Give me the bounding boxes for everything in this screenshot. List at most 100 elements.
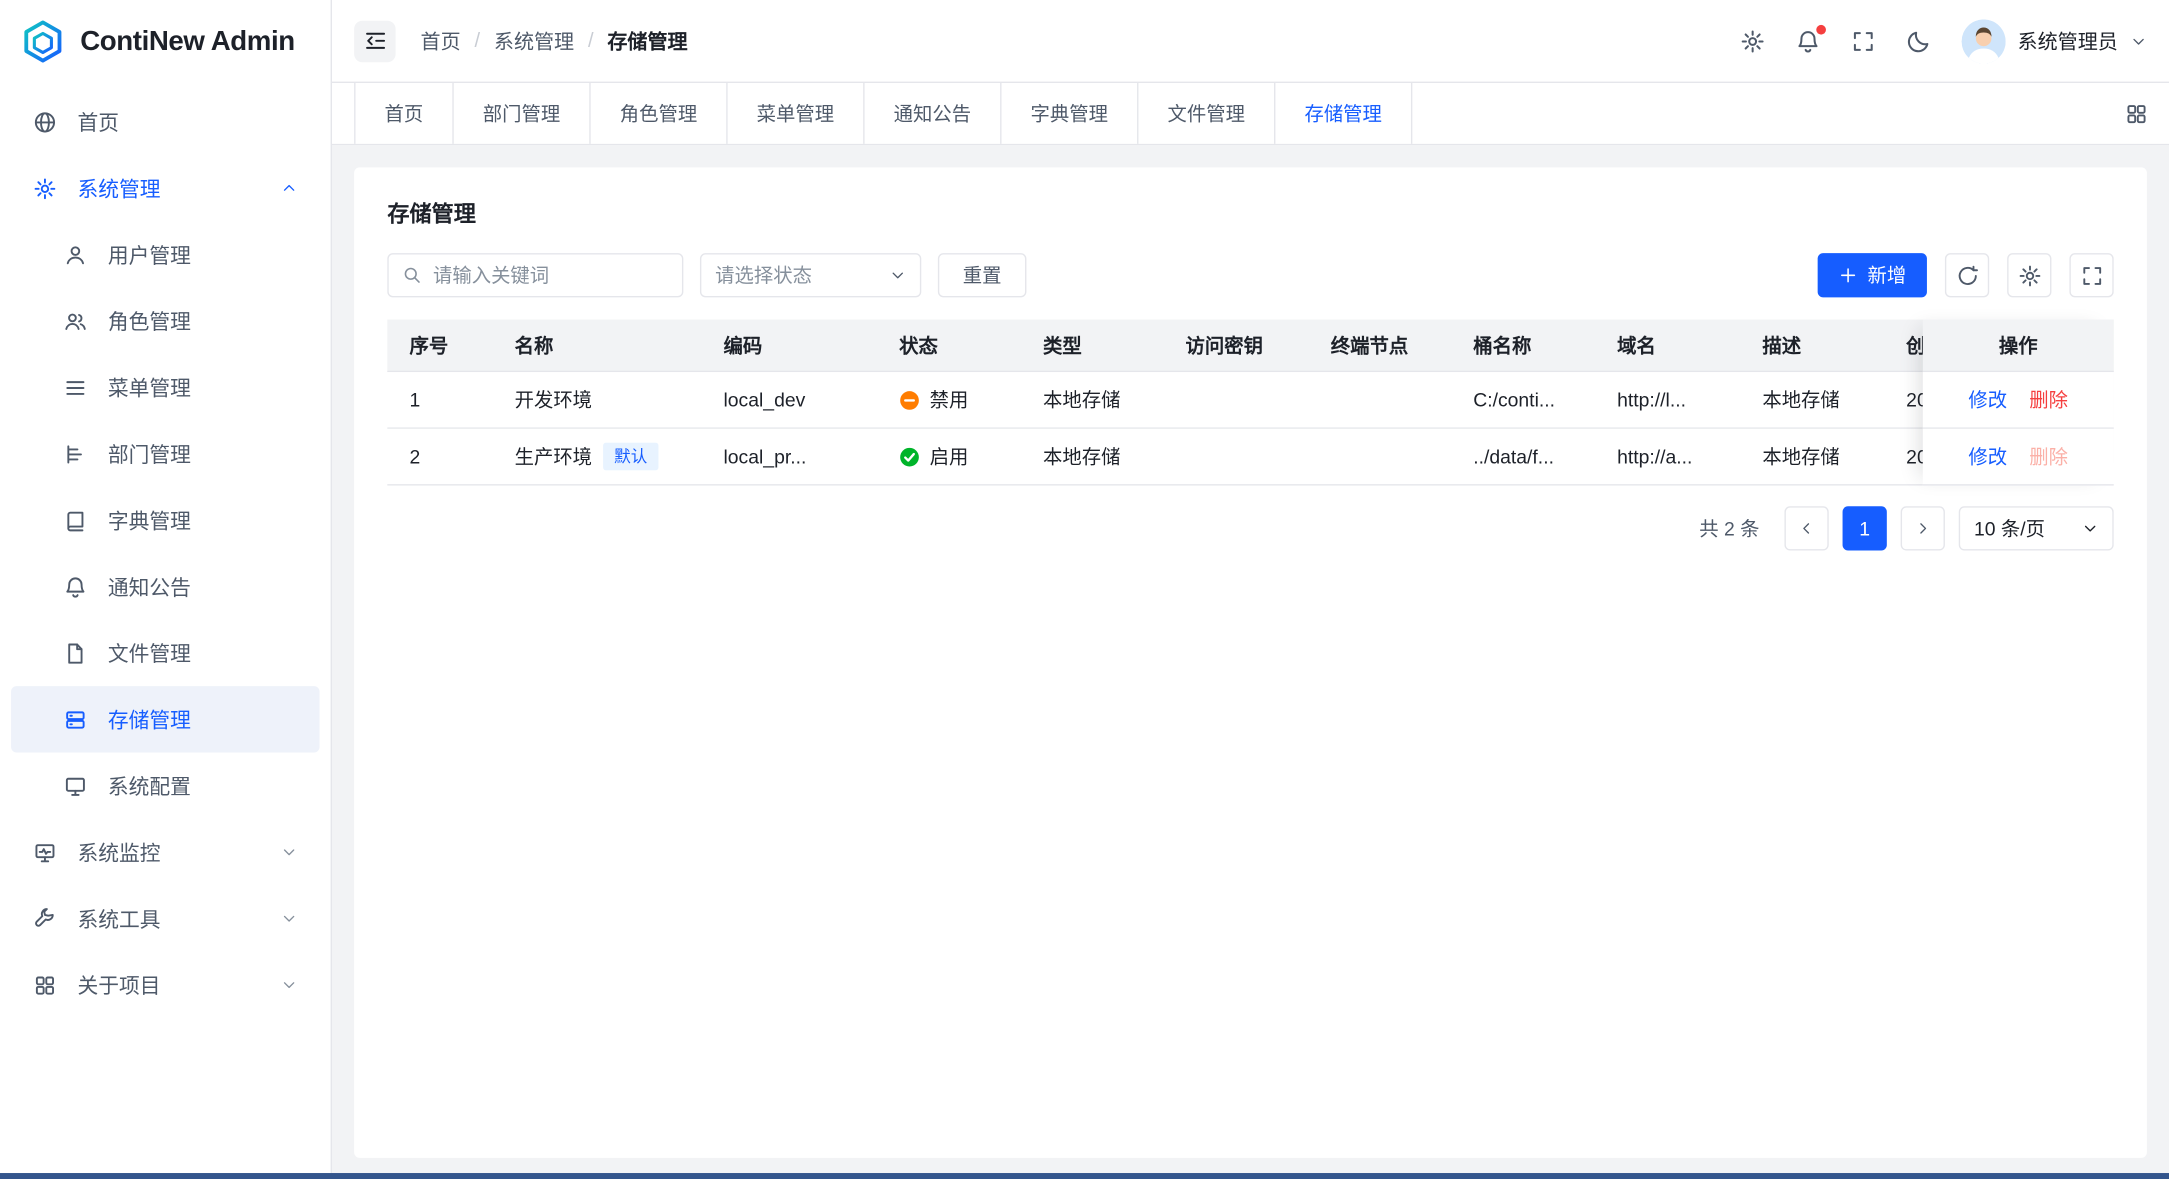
menu-fold-icon [363, 29, 387, 53]
col-bucket: 桶名称 [1451, 331, 1595, 359]
book-icon [64, 508, 88, 532]
tab-label: 字典管理 [1031, 100, 1108, 128]
tab-file[interactable]: 文件管理 [1138, 83, 1275, 144]
storage-table: 序号 名称 编码 状态 类型 访问密钥 终端节点 桶名称 域名 描述 创建时间 [387, 320, 2113, 486]
delete-link[interactable]: 删除 [2029, 386, 2068, 414]
dark-mode-moon-icon[interactable] [1905, 28, 1930, 53]
notification-bell-icon[interactable] [1795, 28, 1820, 53]
sidebar-item-storage-management[interactable]: 存储管理 [11, 686, 319, 752]
table-row-2: 2 生产环境 默认 local_pr... 启用 本地存储 [387, 429, 2113, 486]
sidebar-item-system-management[interactable]: 系统管理 [11, 155, 319, 221]
storage-icon [64, 708, 88, 732]
user-menu[interactable]: 系统管理员 [1961, 19, 2147, 63]
status-select[interactable]: 请选择状态 [700, 253, 921, 297]
sidebar-item-label: 系统监控 [77, 838, 260, 867]
next-page-button[interactable] [1901, 506, 1945, 550]
sidebar-item-menu-management[interactable]: 菜单管理 [11, 354, 319, 420]
col-index: 序号 [387, 331, 492, 359]
status-disabled-icon [899, 389, 920, 410]
breadcrumb-separator: / [474, 30, 480, 52]
collapse-sidebar-button[interactable] [354, 20, 395, 61]
tab-dict[interactable]: 字典管理 [1002, 83, 1139, 144]
tab-label: 文件管理 [1168, 100, 1245, 128]
cell-index: 2 [387, 445, 492, 467]
username: 系统管理员 [2018, 26, 2118, 55]
cell-name: 生产环境 默认 [492, 443, 701, 471]
tab-actions-grid-icon[interactable] [2104, 83, 2169, 144]
page-1-button[interactable]: 1 [1843, 506, 1887, 550]
cell-name: 开发环境 [492, 386, 701, 414]
cell-domain: http://a... [1595, 445, 1740, 467]
sidebar-item-notice[interactable]: 通知公告 [11, 553, 319, 619]
breadcrumb-home[interactable]: 首页 [421, 26, 461, 55]
tab-home[interactable]: 首页 [354, 83, 454, 144]
status-text: 启用 [930, 443, 969, 471]
tab-menu[interactable]: 菜单管理 [728, 83, 865, 144]
reset-button[interactable]: 重置 [938, 253, 1027, 297]
table-settings-button[interactable] [2007, 253, 2051, 297]
col-actions: 操作 [1923, 320, 2114, 373]
cell-code: local_dev [701, 389, 877, 411]
sidebar-item-system-monitor[interactable]: 系统监控 [11, 819, 319, 885]
cell-bucket: ../data/f... [1451, 445, 1595, 467]
table-toolbar: 请选择状态 重置 新增 [387, 253, 2113, 297]
edit-link[interactable]: 修改 [1968, 386, 2007, 414]
sidebar-item-system-tools[interactable]: 系统工具 [11, 885, 319, 951]
sidebar-item-home[interactable]: 首页 [11, 89, 319, 155]
sidebar-item-dept-management[interactable]: 部门管理 [11, 421, 319, 487]
app-logo[interactable]: ContiNew Admin [0, 0, 331, 83]
sidebar-item-about-project[interactable]: 关于项目 [11, 952, 319, 1018]
chevron-down-icon [281, 977, 298, 994]
col-type: 类型 [1021, 331, 1163, 359]
col-status: 状态 [877, 331, 1021, 359]
chevron-up-icon [281, 180, 298, 197]
cell-index: 1 [387, 389, 492, 411]
settings-icon[interactable] [1739, 28, 1764, 53]
fullscreen-icon[interactable] [1850, 28, 1875, 53]
col-access-key: 访问密钥 [1163, 331, 1308, 359]
sidebar: ContiNew Admin 首页 系统管理 用户管理 [0, 0, 332, 1179]
tab-label: 菜单管理 [757, 100, 834, 128]
breadcrumb-current: 存储管理 [607, 26, 687, 55]
storage-name: 开发环境 [515, 386, 592, 414]
table-fullscreen-button[interactable] [2069, 253, 2113, 297]
delete-link-disabled: 删除 [2029, 443, 2068, 471]
expand-icon [1850, 28, 1875, 53]
sidebar-item-system-config[interactable]: 系统配置 [11, 753, 319, 819]
sidebar-item-label: 关于项目 [77, 970, 260, 999]
add-button-label: 新增 [1867, 261, 1906, 289]
page-size-select[interactable]: 10 条/页 [1959, 506, 2114, 550]
col-description: 描述 [1740, 331, 1884, 359]
tab-label: 角色管理 [620, 100, 697, 128]
add-button[interactable]: 新增 [1818, 253, 1927, 297]
sidebar-item-dict-management[interactable]: 字典管理 [11, 487, 319, 553]
expand-icon [2080, 264, 2104, 288]
tab-notice[interactable]: 通知公告 [865, 83, 1002, 144]
chevron-down-icon [281, 910, 298, 927]
sidebar-item-file-management[interactable]: 文件管理 [11, 620, 319, 686]
storage-management-card: 存储管理 请选择状态 重置 [354, 167, 2147, 1157]
user-icon [64, 243, 88, 267]
default-badge: 默认 [603, 443, 658, 471]
refresh-button[interactable] [1945, 253, 1989, 297]
sidebar-item-user-management[interactable]: 用户管理 [11, 221, 319, 287]
cell-domain: http://l... [1595, 389, 1740, 411]
sidebar-item-role-management[interactable]: 角色管理 [11, 288, 319, 354]
table-row-1: 1 开发环境 local_dev 禁用 本地存储 C:/conti... [387, 372, 2113, 429]
toolbar-actions: 新增 [1818, 253, 2114, 297]
tab-role[interactable]: 角色管理 [591, 83, 728, 144]
sidebar-item-label: 通知公告 [108, 572, 298, 601]
tab-storage[interactable]: 存储管理 [1275, 83, 1412, 144]
keyword-search-input[interactable] [433, 264, 668, 286]
sidebar-item-label: 部门管理 [108, 439, 298, 468]
grid-apps-icon [2125, 102, 2149, 126]
tab-dept[interactable]: 部门管理 [454, 83, 591, 144]
search-icon [403, 266, 422, 285]
prev-page-button[interactable] [1784, 506, 1828, 550]
sidebar-menu: 首页 系统管理 用户管理 角色管理 菜单管理 [0, 83, 331, 1024]
top-header: 首页 / 系统管理 / 存储管理 [332, 0, 2169, 83]
table-header-row: 序号 名称 编码 状态 类型 访问密钥 终端节点 桶名称 域名 描述 创建时间 [387, 320, 2113, 373]
breadcrumb-system[interactable]: 系统管理 [494, 26, 574, 55]
edit-link[interactable]: 修改 [1968, 443, 2007, 471]
keyword-search[interactable] [387, 253, 683, 297]
